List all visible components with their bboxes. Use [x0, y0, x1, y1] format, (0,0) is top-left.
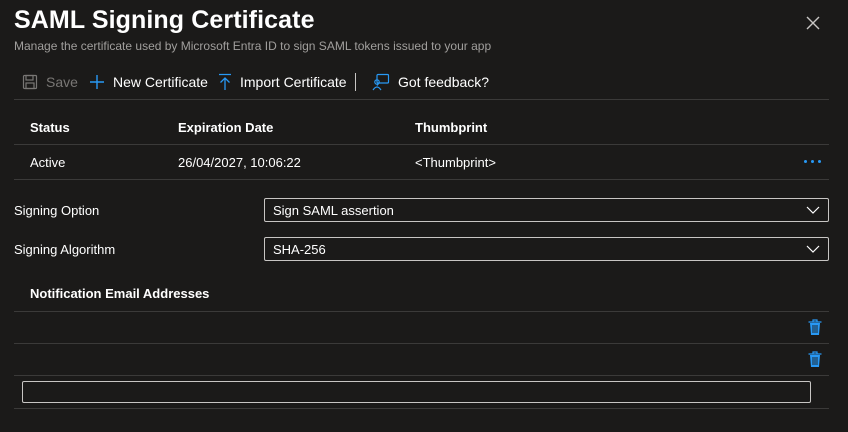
toolbar-separator — [355, 73, 356, 91]
signing-option-label: Signing Option — [14, 203, 100, 218]
column-header-thumbprint: Thumbprint — [415, 120, 488, 135]
feedback-button[interactable]: Got feedback? — [372, 68, 489, 96]
save-label: Save — [46, 74, 78, 90]
import-certificate-label: Import Certificate — [240, 74, 347, 90]
more-options-button[interactable] — [803, 153, 823, 169]
plus-icon — [89, 74, 105, 90]
feedback-label: Got feedback? — [398, 74, 490, 90]
new-certificate-button[interactable]: New Certificate — [89, 68, 208, 96]
email-row — [14, 343, 829, 376]
chevron-down-icon — [798, 206, 828, 214]
column-header-expiration: Expiration Date — [178, 120, 274, 135]
feedback-icon — [372, 73, 390, 91]
upload-icon — [218, 73, 232, 91]
save-button[interactable]: Save — [22, 68, 78, 96]
status-value: Active — [30, 155, 66, 170]
expiration-value: 26/04/2027, 10:06:22 — [178, 155, 301, 170]
signing-option-dropdown[interactable]: Sign SAML assertion — [264, 198, 829, 222]
delete-email-button[interactable] — [808, 351, 822, 368]
certificate-table: Status Expiration Date Thumbprint Active… — [14, 110, 829, 180]
page-title: SAML Signing Certificate — [14, 6, 315, 34]
close-button[interactable] — [802, 12, 824, 34]
trash-icon — [808, 319, 822, 335]
signing-algorithm-dropdown[interactable]: SHA-256 — [264, 237, 829, 261]
more-options-icon — [804, 160, 807, 163]
new-email-input[interactable] — [22, 381, 811, 403]
new-email-row — [14, 375, 829, 409]
column-header-status: Status — [30, 120, 70, 135]
notification-emails-title: Notification Email Addresses — [30, 286, 210, 301]
thumbprint-value: <Thumbprint> — [415, 155, 496, 170]
toolbar: Save New Certificate Import Certificate … — [14, 68, 829, 100]
signing-algorithm-value: SHA-256 — [273, 241, 326, 257]
new-certificate-label: New Certificate — [113, 74, 208, 90]
table-header-row: Status Expiration Date Thumbprint — [14, 110, 829, 145]
table-row: Active 26/04/2027, 10:06:22 <Thumbprint> — [14, 145, 829, 180]
delete-email-button[interactable] — [808, 319, 822, 336]
close-icon — [806, 16, 820, 30]
signing-option-value: Sign SAML assertion — [273, 202, 394, 218]
trash-icon — [808, 351, 822, 367]
save-icon — [22, 74, 38, 90]
import-certificate-button[interactable]: Import Certificate — [218, 68, 347, 96]
page-subtitle: Manage the certificate used by Microsoft… — [14, 39, 492, 53]
email-row — [14, 311, 829, 344]
chevron-down-icon — [798, 245, 828, 253]
signing-algorithm-label: Signing Algorithm — [14, 242, 116, 257]
